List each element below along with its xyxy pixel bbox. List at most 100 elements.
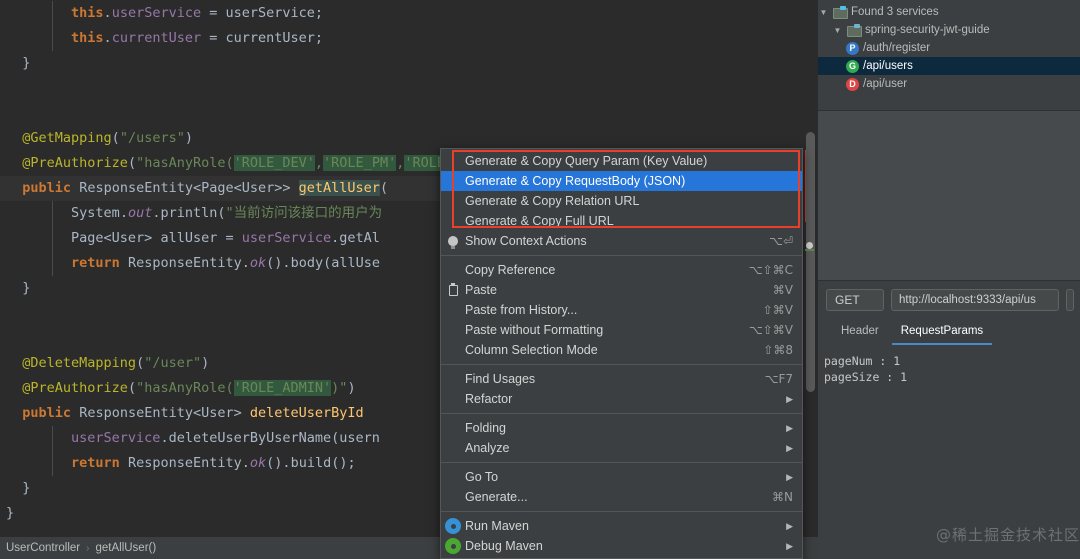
code-token: @PreAuthorize <box>22 380 128 396</box>
menu-item-label: Paste <box>465 283 761 297</box>
code-token: Page<User> <box>71 230 152 246</box>
code-line[interactable] <box>0 76 800 101</box>
menu-item[interactable]: Paste from History...⇧⌘V <box>441 300 802 320</box>
module-folder-icon <box>847 24 861 36</box>
menu-item-label: Generate & Copy Full URL <box>465 214 793 228</box>
menu-item-label: Generate & Copy Query Param (Key Value) <box>465 154 793 168</box>
request-tab[interactable]: RequestParams <box>892 321 992 345</box>
menu-item[interactable]: Refactor▶ <box>441 389 802 409</box>
code-token: ( <box>128 380 136 396</box>
tree-node-root[interactable]: ▼ Found 3 services <box>818 3 1080 21</box>
code-token: ResponseEntity <box>128 255 242 271</box>
code-line[interactable]: this.userService = userService; <box>0 1 800 26</box>
menu-item[interactable]: Show Context Actions⌥⏎ <box>441 231 802 251</box>
code-line[interactable]: } <box>0 51 800 76</box>
code-token: () <box>266 255 282 271</box>
code-token: currentUser <box>225 30 314 46</box>
menu-item[interactable]: Paste ⌘V <box>441 280 802 300</box>
code-token: } <box>22 55 30 71</box>
submenu-arrow-icon: ▶ <box>786 521 793 532</box>
submenu-arrow-icon: ▶ <box>786 423 793 434</box>
caret-marker <box>806 242 813 249</box>
code-token: ( <box>112 130 120 146</box>
request-tab[interactable]: Header <box>832 321 888 345</box>
menu-item[interactable]: Find Usages⌥F7 <box>441 369 802 389</box>
code-token: 'ROLE_PM' <box>323 155 396 171</box>
tree-project-label: spring-security-jwt-guide <box>865 24 990 36</box>
code-token: public <box>22 405 71 421</box>
code-token: . <box>104 5 112 21</box>
code-token: ( <box>128 155 136 171</box>
menu-item-label: Column Selection Mode <box>465 343 751 357</box>
right-tool-panel: ▼ Found 3 services ▼ spring-security-jwt… <box>818 0 1080 559</box>
tree-node-endpoint[interactable]: P/auth/register <box>818 39 1080 57</box>
chevron-down-icon[interactable]: ▼ <box>818 8 829 17</box>
code-token: ( <box>136 355 144 371</box>
services-tree[interactable]: ▼ Found 3 services ▼ spring-security-jwt… <box>818 0 1080 110</box>
indent-guide <box>52 251 53 276</box>
menu-item-label: Paste without Formatting <box>465 323 737 337</box>
code-token: )" <box>331 380 347 396</box>
code-token: . <box>282 455 290 471</box>
code-token <box>242 405 250 421</box>
endpoint-path-label: /api/users <box>863 60 913 72</box>
menu-item[interactable]: Analyze▶ <box>441 438 802 458</box>
request-param-line: pageSize : 1 <box>824 369 1080 385</box>
folder-icon <box>833 6 847 18</box>
http-method-badge-icon: P <box>846 42 859 55</box>
http-method-select[interactable]: GET <box>826 289 884 311</box>
menu-item[interactable]: Run Maven▶ <box>441 516 802 536</box>
menu-item[interactable]: Column Selection Mode⇧⌘8 <box>441 340 802 360</box>
chevron-down-icon[interactable]: ▼ <box>832 26 843 35</box>
menu-item[interactable]: Generate & Copy RequestBody (JSON) <box>441 171 802 191</box>
code-token: "/user" <box>144 355 201 371</box>
send-request-button[interactable] <box>1066 289 1074 311</box>
menu-item[interactable]: Generate...⌘N <box>441 487 802 507</box>
endpoint-path-label: /api/user <box>863 78 907 90</box>
scrollbar-thumb[interactable] <box>806 132 815 392</box>
breadcrumb-method[interactable]: getAllUser() <box>95 542 156 554</box>
menu-item[interactable]: Generate & Copy Full URL <box>441 211 802 231</box>
menu-item-label: Go To <box>465 470 774 484</box>
menu-item[interactable]: Debug Maven▶ <box>441 536 802 556</box>
menu-item[interactable]: Folding▶ <box>441 418 802 438</box>
gear-green-icon <box>441 540 465 552</box>
menu-item[interactable]: Copy Reference⌥⇧⌘C <box>441 260 802 280</box>
menu-item-label: Copy Reference <box>465 263 737 277</box>
code-token: @GetMapping <box>22 130 111 146</box>
menu-item-label: Generate & Copy Relation URL <box>465 194 793 208</box>
submenu-arrow-icon: ▶ <box>786 472 793 483</box>
menu-item-shortcut: ⌘V <box>773 283 793 297</box>
code-token: this <box>71 5 104 21</box>
request-tabs[interactable]: HeaderRequestParams <box>818 317 1080 345</box>
code-token: , <box>315 155 323 171</box>
code-token: userService <box>71 430 160 446</box>
request-params-body[interactable]: pageNum : 1pageSize : 1 <box>818 345 1080 385</box>
tree-node-project[interactable]: ▼ spring-security-jwt-guide <box>818 21 1080 39</box>
tree-node-endpoint[interactable]: D/api/user <box>818 75 1080 93</box>
menu-item[interactable]: Paste without Formatting⌥⇧⌘V <box>441 320 802 340</box>
code-token: "/users" <box>120 130 185 146</box>
menu-item[interactable]: Generate & Copy Query Param (Key Value) <box>441 151 802 171</box>
context-menu[interactable]: Generate & Copy Query Param (Key Value) G… <box>440 148 803 559</box>
menu-item-label: Generate & Copy RequestBody (JSON) <box>465 174 793 188</box>
code-token: ( <box>217 205 225 221</box>
code-token <box>71 405 79 421</box>
http-request-panel: GET http://localhost:9333/api/us HeaderR… <box>818 280 1080 559</box>
code-line[interactable] <box>0 101 800 126</box>
menu-item[interactable]: Generate & Copy Relation URL <box>441 191 802 211</box>
tree-root-label: Found 3 services <box>851 6 939 18</box>
tree-node-endpoint[interactable]: G/api/users <box>818 57 1080 75</box>
code-token <box>120 455 128 471</box>
code-token: out <box>128 205 152 221</box>
menu-item[interactable]: Go To ▶ <box>441 467 802 487</box>
request-url-input[interactable]: http://localhost:9333/api/us <box>891 289 1059 311</box>
code-token: "hasAnyRole( <box>136 155 234 171</box>
code-token: userService <box>242 230 331 246</box>
code-token: build <box>291 455 332 471</box>
editor-scrollbar[interactable] <box>805 2 816 534</box>
breadcrumb-class[interactable]: UserController <box>6 542 80 554</box>
code-line[interactable]: this.currentUser = currentUser; <box>0 26 800 51</box>
code-token: ; <box>315 5 323 21</box>
request-line: GET http://localhost:9333/api/us <box>818 281 1080 317</box>
